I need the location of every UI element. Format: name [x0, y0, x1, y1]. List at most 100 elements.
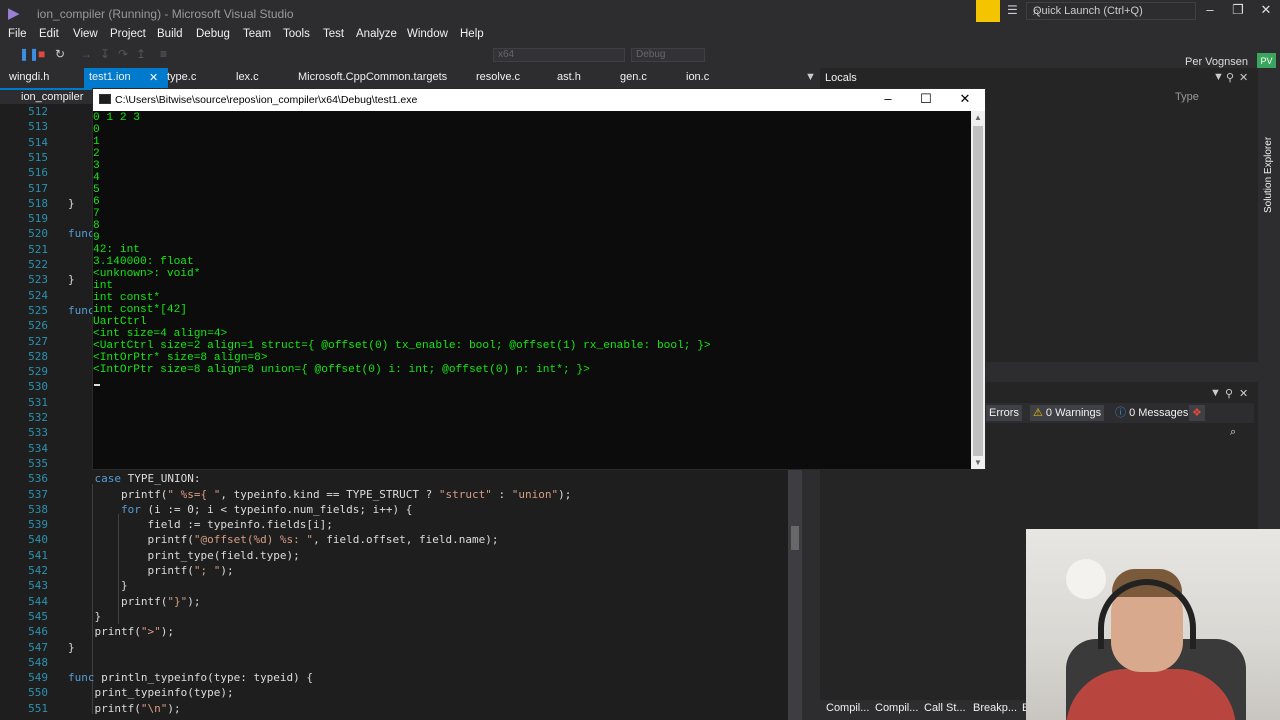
quick-launch-input[interactable]: Quick Launch (Ctrl+Q) ⌕: [1026, 2, 1196, 20]
line-number: 521: [28, 242, 48, 256]
console-maximize-icon[interactable]: ☐: [911, 91, 941, 107]
scroll-down-icon[interactable]: ▼: [974, 458, 982, 467]
menu-team[interactable]: Team: [243, 28, 271, 40]
code-line[interactable]: 545 }: [0, 610, 790, 625]
menu-build[interactable]: Build: [157, 28, 183, 40]
step-over-icon[interactable]: ↷: [118, 47, 128, 61]
code-line[interactable]: 546 printf(">");: [0, 625, 790, 640]
stop-icon[interactable]: ■: [38, 47, 45, 61]
locals-menu-icon[interactable]: ▼: [1213, 71, 1224, 83]
code-line[interactable]: 544 printf("}");: [0, 595, 790, 610]
tab-gen-c[interactable]: gen.c: [620, 71, 647, 83]
warnings-filter[interactable]: ⚠ 0 Warnings: [1030, 405, 1105, 421]
tab-ast-h[interactable]: ast.h: [557, 71, 581, 83]
errors-filter[interactable]: Errors: [986, 405, 1022, 421]
line-number: 535: [28, 456, 48, 470]
tab-cppcommon-targets[interactable]: Microsoft.CppCommon.targets: [298, 71, 447, 83]
editor-scrollbar[interactable]: [788, 468, 802, 720]
scroll-up-icon[interactable]: ▲: [974, 113, 982, 122]
menu-edit[interactable]: Edit: [39, 28, 59, 40]
error-filter-bar: Errors ⚠ 0 Warnings ⓘ 0 Messages ❖: [986, 403, 1254, 423]
console-scrollbar[interactable]: ▲ ▼: [971, 111, 985, 469]
tab-compiler-2[interactable]: Compil...: [875, 702, 918, 714]
code-line[interactable]: 537 printf(" %s={ ", typeinfo.kind == TY…: [0, 488, 790, 503]
info-icon: ⓘ: [1115, 407, 1130, 419]
close-icon[interactable]: ✕: [1256, 2, 1276, 18]
console-title-bar[interactable]: C:\Users\Bitwise\source\repos\ion_compil…: [93, 89, 985, 111]
line-code: func: [68, 227, 95, 241]
console-minimize-icon[interactable]: –: [873, 91, 903, 106]
code-line[interactable]: 543 }: [0, 579, 790, 594]
config-select[interactable]: Debug: [631, 48, 705, 62]
window-title: ion_compiler (Running) - Microsoft Visua…: [37, 7, 294, 21]
errorlist-close-icon[interactable]: ✕: [1239, 387, 1248, 400]
errorlist-pin-icon[interactable]: ⚲: [1225, 387, 1233, 400]
menu-tools[interactable]: Tools: [283, 28, 310, 40]
pause-icon[interactable]: ❚❚: [19, 47, 39, 61]
show-next-statement-icon[interactable]: →: [80, 47, 92, 61]
build-intellisense-icon[interactable]: ❖: [1189, 405, 1205, 421]
menu-project[interactable]: Project: [110, 28, 146, 40]
solution-explorer-side-tab[interactable]: Solution Explorer: [1258, 68, 1280, 213]
editor-scroll-thumb[interactable]: [791, 526, 799, 550]
tab-close-icon[interactable]: ✕: [149, 71, 158, 84]
tab-type-c[interactable]: type.c: [167, 71, 196, 83]
menu-test[interactable]: Test: [323, 28, 344, 40]
menu-debug[interactable]: Debug: [196, 28, 230, 40]
menu-view[interactable]: View: [73, 28, 98, 40]
tab-resolve-c[interactable]: resolve.c: [476, 71, 520, 83]
console-scroll-thumb[interactable]: [973, 126, 983, 456]
code-line[interactable]: 540 printf("@offset(%d) %s: ", field.off…: [0, 533, 790, 548]
line-number: 546: [28, 625, 48, 639]
menu-help[interactable]: Help: [460, 28, 484, 40]
step-out-icon[interactable]: ↥: [136, 47, 146, 61]
line-number: 526: [28, 319, 48, 333]
locals-close-icon[interactable]: ✕: [1239, 71, 1248, 84]
console-window[interactable]: C:\Users\Bitwise\source\repos\ion_compil…: [92, 88, 986, 470]
line-number: 517: [28, 181, 48, 195]
code-line[interactable]: 551 printf("\n");: [0, 702, 790, 717]
menu-file[interactable]: File: [8, 28, 27, 40]
code-line[interactable]: 550 print_typeinfo(type);: [0, 686, 790, 701]
restart-icon[interactable]: ↻: [55, 47, 65, 61]
platform-select[interactable]: x64: [493, 48, 625, 62]
code-line[interactable]: 541 print_type(field.type);: [0, 549, 790, 564]
tab-breakpoints[interactable]: Breakp...: [973, 702, 1017, 714]
tab-call-stack[interactable]: Call St...: [924, 702, 966, 714]
errorlist-menu-icon[interactable]: ▼: [1210, 387, 1221, 399]
line-code: printf(">");: [68, 625, 174, 639]
tab-overflow-icon[interactable]: ▼: [805, 71, 816, 83]
tab-ion-c[interactable]: ion.c: [686, 71, 709, 83]
code-line[interactable]: 538 for (i := 0; i < typeinfo.num_fields…: [0, 503, 790, 518]
line-number: 540: [28, 533, 48, 547]
filter-icon[interactable]: [976, 0, 1000, 22]
console-close-icon[interactable]: ✕: [950, 91, 980, 107]
minimize-icon[interactable]: –: [1200, 2, 1220, 17]
menu-window[interactable]: Window: [407, 28, 448, 40]
code-line[interactable]: 542 printf("; ");: [0, 564, 790, 579]
console-line: <IntOrPtr* size=8 align=8>: [93, 352, 268, 364]
tab-wingdi-h[interactable]: wingdi.h: [9, 71, 49, 83]
tab-test1-ion[interactable]: test1.ion: [89, 71, 131, 83]
line-code: }: [68, 579, 128, 593]
code-line[interactable]: 539 field := typeinfo.fields[i];: [0, 518, 790, 533]
step-into-icon[interactable]: ↧: [100, 47, 110, 61]
maximize-icon[interactable]: ❐: [1228, 2, 1248, 18]
line-code: func println_typeinfo(type: typeid) {: [68, 671, 314, 685]
scope-selector[interactable]: ion_compiler: [0, 90, 95, 104]
code-line[interactable]: 548: [0, 656, 790, 671]
code-line[interactable]: 536 case TYPE_UNION:: [0, 472, 790, 487]
code-line[interactable]: 549 func println_typeinfo(type: typeid) {: [0, 671, 790, 686]
hex-display-icon[interactable]: ≡: [160, 47, 167, 61]
menu-analyze[interactable]: Analyze: [356, 28, 397, 40]
tab-lex-c[interactable]: lex.c: [236, 71, 259, 83]
console-output[interactable]: 0 1 2 3 0 1 2 3 4 5 6 7 8 9 42: int 3.140000: float <…: [93, 111, 971, 469]
console-line: 5: [93, 184, 100, 196]
code-line[interactable]: 547}: [0, 641, 790, 656]
errorlist-search-icon[interactable]: ⌕: [1230, 426, 1236, 439]
feedback-icon[interactable]: ☰: [1007, 3, 1018, 17]
messages-filter[interactable]: ⓘ 0 Messages: [1112, 405, 1191, 421]
pin-icon[interactable]: ⚲: [1226, 71, 1234, 84]
console-line: 42: int: [93, 244, 140, 256]
tab-compiler-1[interactable]: Compil...: [826, 702, 869, 714]
